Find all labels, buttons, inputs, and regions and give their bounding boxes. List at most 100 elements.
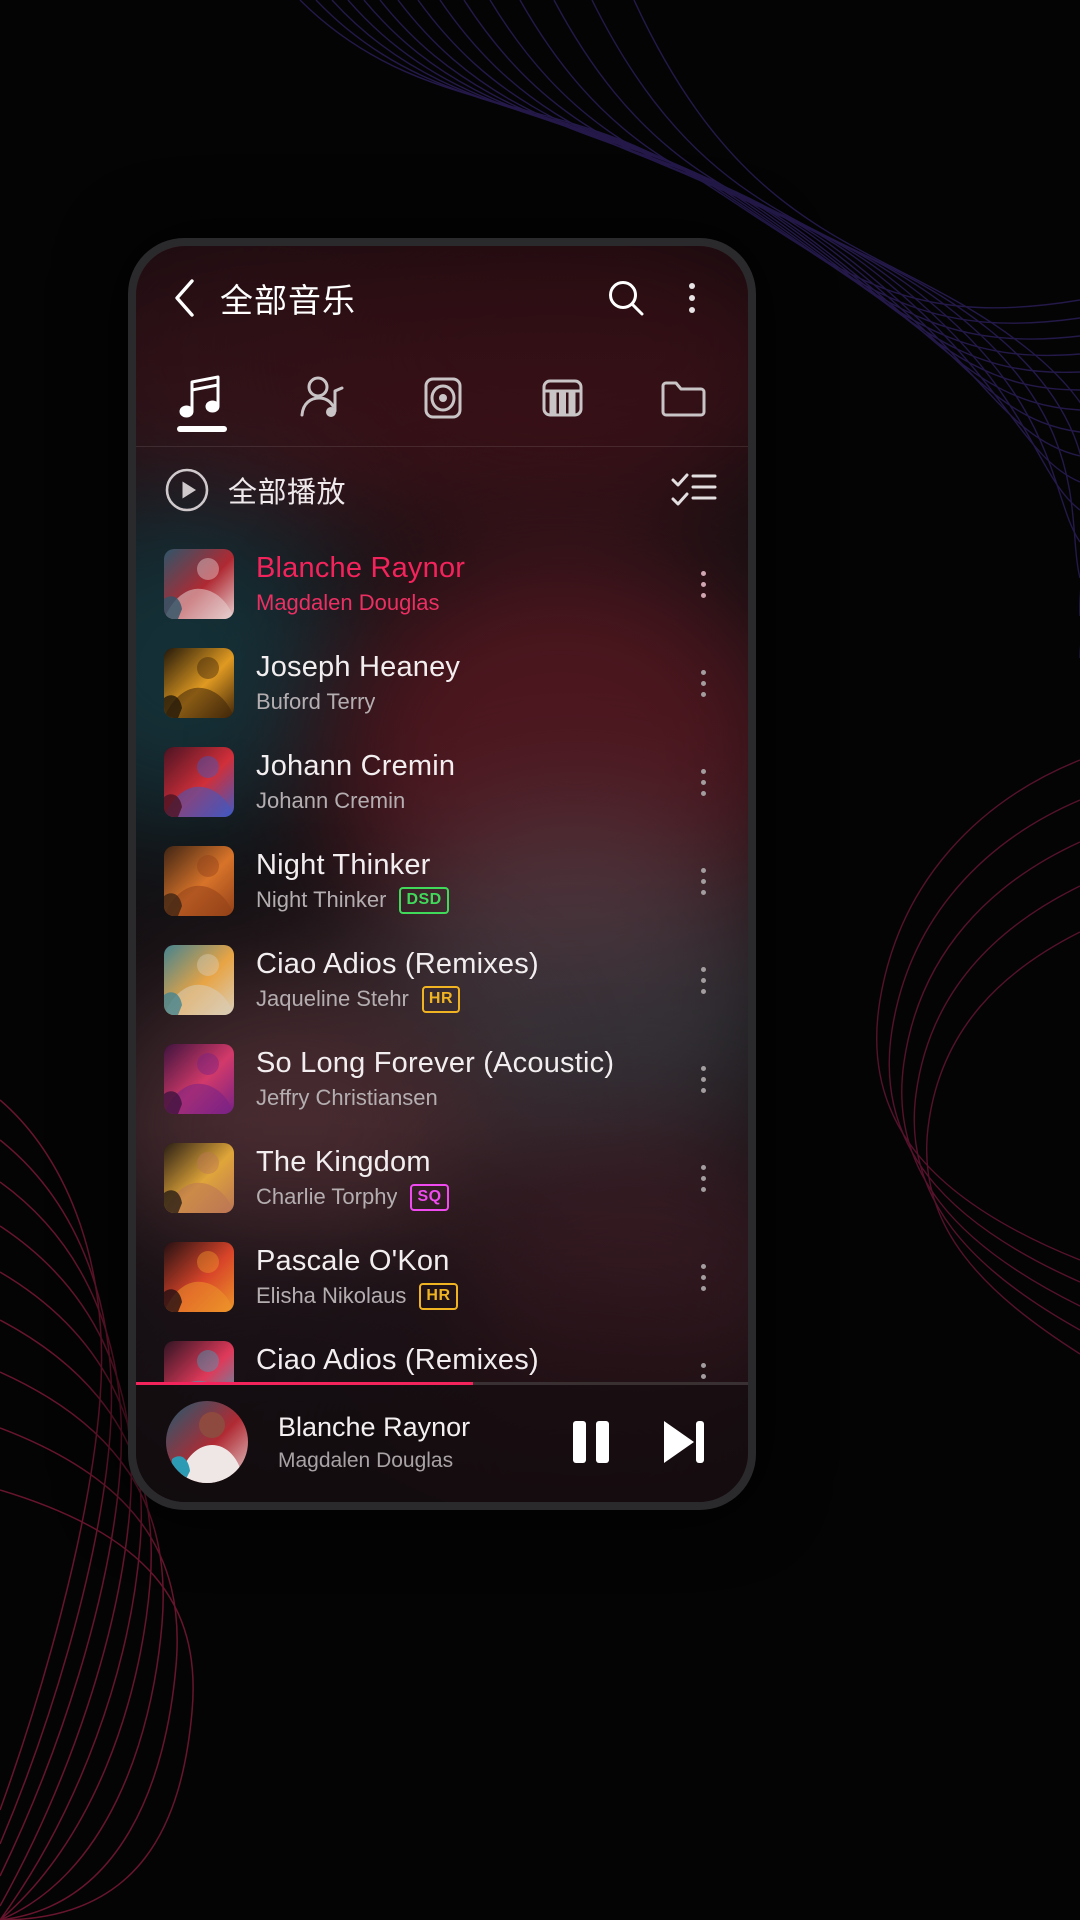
dot	[700, 1274, 706, 1280]
dot	[700, 1285, 706, 1291]
album-disc-icon	[414, 371, 470, 425]
play-circle-icon	[165, 468, 209, 512]
dot	[689, 283, 695, 289]
next-track-button[interactable]	[648, 1407, 718, 1477]
song-subtitle-line: Night Thinker DSD	[256, 886, 658, 914]
song-overflow-button[interactable]	[680, 846, 726, 916]
song-title: Night Thinker	[256, 848, 431, 881]
song-overflow-button[interactable]	[680, 747, 726, 817]
page-title: 全部音乐	[220, 282, 356, 319]
mini-player-album-art[interactable]	[166, 1401, 248, 1483]
song-title: Joseph Heaney	[256, 651, 461, 684]
song-row[interactable]: The Kingdom Charlie Torphy SQ	[136, 1129, 748, 1228]
song-title: So Long Forever (Acoustic)	[256, 1047, 615, 1080]
dot	[700, 977, 706, 983]
dot	[700, 768, 706, 774]
song-overflow-button[interactable]	[680, 1044, 726, 1114]
dot	[700, 680, 706, 686]
song-row[interactable]: Ciao Adios (Remixes) Jaqueline Stehr HR	[136, 931, 748, 1030]
song-info: Pascale O'Kon Elisha Nikolaus HR	[256, 1245, 658, 1310]
dot	[700, 966, 706, 972]
song-artist: Jeffry Christiansen	[256, 1085, 438, 1111]
song-subtitle-line: Buford Terry	[256, 689, 658, 715]
dot	[700, 581, 706, 587]
chevron-left-icon	[175, 279, 194, 317]
song-subtitle-line: Jaqueline Stehr HR	[256, 985, 658, 1013]
search-icon	[609, 281, 644, 316]
song-title: Ciao Adios (Remixes)	[256, 947, 539, 980]
song-info: Joseph Heaney Buford Terry	[256, 651, 658, 715]
dot	[700, 1373, 706, 1379]
search-button[interactable]	[600, 272, 652, 324]
song-subtitle-line: Charlie Torphy SQ	[256, 1183, 658, 1211]
quality-badge-hr: HR	[421, 985, 460, 1013]
song-row[interactable]: So Long Forever (Acoustic) Jeffry Christ…	[136, 1030, 748, 1129]
song-overflow-button[interactable]	[680, 945, 726, 1015]
playback-progress-track[interactable]	[136, 1382, 748, 1385]
pause-icon	[573, 1421, 609, 1463]
skip-next-icon	[664, 1421, 704, 1463]
song-overflow-button[interactable]	[680, 549, 726, 619]
dot	[689, 295, 695, 301]
tab-songs[interactable]	[142, 350, 262, 446]
song-overflow-button[interactable]	[680, 1341, 726, 1382]
song-row[interactable]: Ciao Adios (Remixes) Willis Osinski	[136, 1327, 748, 1382]
album-art-thumbnail	[164, 747, 234, 818]
song-subtitle-line: Magdalen Douglas	[256, 590, 658, 616]
overflow-menu-button[interactable]	[666, 272, 718, 324]
song-overflow-button[interactable]	[680, 1143, 726, 1213]
dot	[700, 1175, 706, 1181]
song-artist: Johann Cremin	[256, 788, 406, 814]
song-artist: Jaqueline Stehr	[256, 986, 409, 1012]
dot	[700, 669, 706, 675]
song-row[interactable]: Joseph Heaney Buford Terry	[136, 634, 748, 733]
album-art-thumbnail	[164, 1044, 234, 1115]
song-title: Johann Cremin	[256, 750, 456, 783]
tab-genres[interactable]	[502, 350, 622, 446]
folder-icon	[654, 371, 710, 425]
dot	[700, 790, 706, 796]
quality-badge-hr: HR	[419, 1282, 458, 1310]
dot	[689, 307, 695, 313]
song-info: Johann Cremin Johann Cremin	[256, 750, 658, 814]
play-all-row[interactable]: 全部播放	[136, 447, 748, 533]
song-info: Ciao Adios (Remixes) Willis Osinski	[256, 1344, 658, 1382]
play-all-label: 全部播放	[228, 476, 347, 509]
mini-player-bar[interactable]: Blanche Raynor Magdalen Douglas	[136, 1382, 748, 1502]
song-artist: Elisha Nikolaus	[256, 1283, 407, 1309]
song-overflow-button[interactable]	[680, 1242, 726, 1312]
tab-folders[interactable]	[622, 350, 742, 446]
song-info: The Kingdom Charlie Torphy SQ	[256, 1146, 658, 1211]
song-overflow-button[interactable]	[680, 648, 726, 718]
music-note-icon	[174, 371, 230, 425]
song-subtitle-line: Jeffry Christiansen	[256, 1085, 658, 1111]
song-subtitle-line: Elisha Nikolaus HR	[256, 1282, 658, 1310]
song-artist: Magdalen Douglas	[256, 590, 440, 616]
dot	[700, 878, 706, 884]
song-row[interactable]: Johann Cremin Johann Cremin	[136, 733, 748, 832]
tab-albums[interactable]	[382, 350, 502, 446]
album-art-thumbnail	[164, 1143, 234, 1214]
dot	[700, 1076, 706, 1082]
piano-keys-icon	[534, 371, 590, 425]
song-row[interactable]: Blanche Raynor Magdalen Douglas	[136, 535, 748, 634]
song-title: Ciao Adios (Remixes)	[256, 1344, 539, 1377]
checklist-icon[interactable]	[670, 468, 718, 512]
back-button[interactable]	[162, 276, 206, 320]
dot	[700, 779, 706, 785]
song-info: Blanche Raynor Magdalen Douglas	[256, 552, 658, 616]
tab-artists[interactable]	[262, 350, 382, 446]
song-title: Blanche Raynor	[256, 552, 466, 585]
song-info: So Long Forever (Acoustic) Jeffry Christ…	[256, 1047, 658, 1111]
dot	[700, 1263, 706, 1269]
phone-device-frame: 全部音乐 全部播放 Blanche Raynor Magdalen Dougla…	[128, 238, 756, 1510]
dot	[700, 570, 706, 576]
song-row[interactable]: Pascale O'Kon Elisha Nikolaus HR	[136, 1228, 748, 1327]
dot	[700, 988, 706, 994]
song-row[interactable]: Night Thinker Night Thinker DSD	[136, 832, 748, 931]
song-list[interactable]: Blanche Raynor Magdalen Douglas Joseph H…	[136, 533, 748, 1382]
quality-badge-sq: SQ	[410, 1183, 449, 1211]
app-bar: 全部音乐	[136, 246, 748, 350]
album-art-thumbnail	[164, 648, 234, 719]
pause-button[interactable]	[556, 1407, 626, 1477]
